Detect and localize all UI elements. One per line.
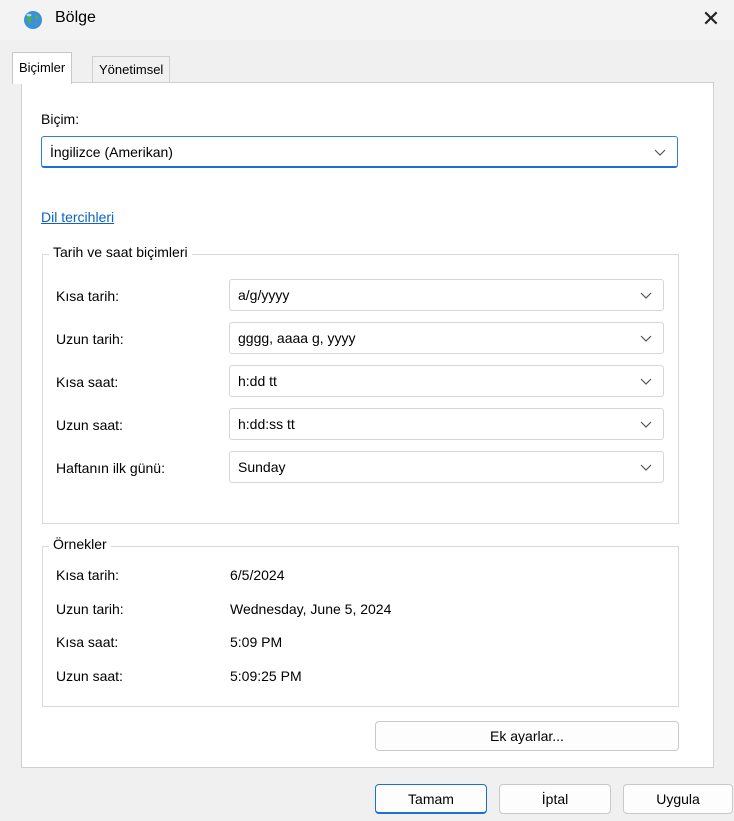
first-day-select[interactable]: Sunday [229,451,664,483]
short-date-value: a/g/yyyy [238,287,290,303]
close-icon: ✕ [701,6,721,31]
long-time-value: h:dd:ss tt [238,416,295,432]
tab-administrative[interactable]: Yönetimsel [92,56,171,83]
chevron-down-icon [654,149,666,156]
first-day-label: Haftanın ilk günü: [56,460,165,476]
example-short-time-value: 5:09 PM [230,634,283,650]
tab-panel: Biçim: İngilizce (Amerikan) Dil tercihle… [21,82,714,768]
example-long-date-label: Uzun tarih: [56,601,124,617]
first-day-value: Sunday [238,459,286,475]
short-time-select[interactable]: h:dd tt [229,365,664,397]
apply-button[interactable]: Uygula [623,784,733,814]
short-date-label: Kısa tarih: [56,288,120,304]
tab-formats[interactable]: Biçimler [12,52,73,84]
chevron-down-icon [640,292,652,299]
long-time-label: Uzun saat: [56,417,123,433]
format-label: Biçim: [41,111,80,127]
cancel-button[interactable]: İptal [499,784,611,814]
example-long-time-value: 5:09:25 PM [230,668,302,684]
long-date-value: gggg, aaaa g, yyyy [238,330,356,346]
datetime-group-title: Tarih ve saat biçimleri [49,244,192,260]
title-bar: Bölge ✕ [0,0,734,40]
language-preferences-link[interactable]: Dil tercihleri [41,209,114,225]
chevron-down-icon [640,421,652,428]
chevron-down-icon [640,378,652,385]
example-short-date-value: 6/5/2024 [230,567,285,583]
format-select-value: İngilizce (Amerikan) [50,144,173,160]
long-date-select[interactable]: gggg, aaaa g, yyyy [229,322,664,354]
short-time-value: h:dd tt [238,373,277,389]
example-short-time-label: Kısa saat: [56,634,119,650]
chevron-down-icon [640,335,652,342]
example-long-date-value: Wednesday, June 5, 2024 [230,601,392,617]
datetime-formats-group: Tarih ve saat biçimleri Kısa tarih: a/g/… [42,244,679,524]
ok-button[interactable]: Tamam [375,784,487,814]
examples-group-title: Örnekler [49,536,111,552]
example-long-time-label: Uzun saat: [56,668,123,684]
chevron-down-icon [640,464,652,471]
additional-settings-button[interactable]: Ek ayarlar... [375,721,679,751]
long-date-label: Uzun tarih: [56,331,124,347]
close-button[interactable]: ✕ [688,0,734,38]
long-time-select[interactable]: h:dd:ss tt [229,408,664,440]
short-date-select[interactable]: a/g/yyyy [229,279,664,311]
window-title: Bölge [55,9,96,26]
short-time-label: Kısa saat: [56,374,119,390]
example-short-date-label: Kısa tarih: [56,567,120,583]
examples-group: Örnekler Kısa tarih: 6/5/2024 Uzun tarih… [42,536,679,707]
globe-icon [24,11,42,29]
format-select[interactable]: İngilizce (Amerikan) [41,136,678,168]
